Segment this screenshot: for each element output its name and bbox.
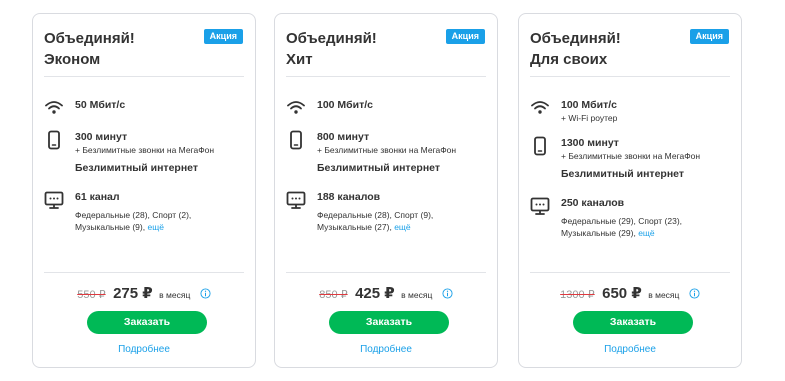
phone-icon (290, 130, 302, 150)
wifi-icon (287, 101, 305, 114)
tv-channels-value: 250 каналов (561, 197, 625, 209)
feature-minutes: 800 минут + Безлимитные звонки на МегаФо… (286, 130, 489, 175)
card-title-line2: Хит (286, 51, 313, 68)
divider (286, 76, 486, 77)
speed-value: 100 Мбит/с (561, 99, 618, 111)
feature-minutes: 1300 минут + Безлимитные звонки на МегаФ… (530, 136, 733, 181)
tv-channels-line2: Музыкальные (29), ещё (561, 227, 733, 239)
tariff-card-hit: Объединяй! Хит Акция 100 Мбит/с 800 мину… (274, 13, 498, 368)
feature-speed: 100 Мбит/с + Wi-Fi роутер (530, 98, 733, 124)
price-row: 550 ₽ 275 ₽ в месяц (33, 285, 255, 304)
tariff-card-econom: Объединяй! Эконом Акция 50 Мбит/с 300 ми… (32, 13, 256, 368)
tv-channels-line2-text: Музыкальные (29), (561, 228, 636, 238)
internet-value: Безлимитный интернет (317, 162, 441, 174)
minutes-sub: + Безлимитные звонки на МегаФон (561, 151, 701, 161)
info-icon[interactable] (442, 288, 453, 299)
tv-icon (286, 191, 306, 209)
divider (530, 76, 730, 77)
price-period: в месяц (648, 290, 680, 300)
feature-speed: 100 Мбит/с (286, 98, 489, 114)
price-period: в месяц (159, 290, 191, 300)
order-button[interactable]: Заказать (329, 311, 449, 334)
tv-channels-value: 61 канал (75, 191, 120, 203)
minutes-sub: + Безлимитные звонки на МегаФон (75, 145, 215, 155)
tariff-card-dlya-svoih: Объединяй! Для своих Акция 100 Мбит/с + … (518, 13, 742, 368)
details-link[interactable]: Подробнее (519, 344, 741, 355)
order-button[interactable]: Заказать (87, 311, 207, 334)
speed-value: 100 Мбит/с (317, 99, 374, 111)
card-title-line2: Для своих (530, 51, 608, 68)
tv-channels-line2: Музыкальные (27), ещё (317, 221, 489, 233)
old-price: 1300 ₽ (560, 289, 595, 301)
price-row: 1300 ₽ 650 ₽ в месяц (519, 285, 741, 304)
info-icon[interactable] (689, 288, 700, 299)
card-title: Объединяй! Хит (286, 28, 446, 70)
tv-channels-line2: Музыкальные (9), ещё (75, 221, 247, 233)
tv-channels-line1: Федеральные (28), Спорт (9), (317, 210, 434, 220)
feature-tv: 250 каналов Федеральные (29), Спорт (23)… (530, 196, 733, 239)
minutes-sub: + Безлимитные звонки на МегаФон (317, 145, 457, 155)
divider (44, 272, 244, 273)
info-icon[interactable] (200, 288, 211, 299)
tv-channels-value: 188 каналов (317, 191, 381, 203)
divider (286, 272, 486, 273)
tv-icon (44, 191, 64, 209)
details-link[interactable]: Подробнее (275, 344, 497, 355)
tv-channels-line2-text: Музыкальные (9), (75, 222, 146, 232)
more-channels-link[interactable]: ещё (394, 222, 410, 232)
divider (44, 76, 244, 77)
speed-sub: + Wi-Fi роутер (561, 113, 618, 123)
more-channels-link[interactable]: ещё (147, 222, 163, 232)
promo-badge: Акция (689, 29, 729, 44)
minutes-value: 1300 минут (561, 137, 619, 149)
order-button[interactable]: Заказать (573, 311, 693, 334)
minutes-value: 800 минут (317, 131, 370, 143)
card-title-line1: Объединяй! (44, 30, 135, 47)
card-title-line1: Объединяй! (286, 30, 377, 47)
tv-icon (530, 197, 550, 215)
feature-tv: 61 канал Федеральные (28), Спорт (2), Му… (44, 190, 247, 233)
minutes-value: 300 минут (75, 131, 128, 143)
tv-channels-line1: Федеральные (28), Спорт (2), (75, 210, 192, 220)
details-link[interactable]: Подробнее (33, 344, 255, 355)
feature-minutes: 300 минут + Безлимитные звонки на МегаФо… (44, 130, 247, 175)
card-title: Объединяй! Эконом (44, 28, 204, 70)
internet-value: Безлимитный интернет (561, 168, 685, 180)
promo-badge: Акция (203, 29, 243, 44)
tv-channels-line2-text: Музыкальные (27), (317, 222, 392, 232)
phone-icon (534, 136, 546, 156)
new-price: 425 ₽ (355, 285, 395, 302)
divider (530, 272, 730, 273)
internet-value: Безлимитный интернет (75, 162, 199, 174)
wifi-icon (45, 101, 63, 114)
new-price: 275 ₽ (113, 285, 153, 302)
phone-icon (48, 130, 60, 150)
feature-tv: 188 каналов Федеральные (28), Спорт (9),… (286, 190, 489, 233)
feature-speed: 50 Мбит/с (44, 98, 247, 114)
new-price: 650 ₽ (602, 285, 642, 302)
more-channels-link[interactable]: ещё (638, 228, 654, 238)
price-period: в месяц (401, 290, 433, 300)
card-title: Объединяй! Для своих (530, 28, 690, 70)
promo-badge: Акция (445, 29, 485, 44)
price-row: 850 ₽ 425 ₽ в месяц (275, 285, 497, 304)
card-title-line1: Объединяй! (530, 30, 621, 47)
old-price: 850 ₽ (319, 289, 348, 301)
speed-value: 50 Мбит/с (75, 99, 126, 111)
card-title-line2: Эконом (44, 51, 101, 68)
old-price: 550 ₽ (77, 289, 106, 301)
tv-channels-line1: Федеральные (29), Спорт (23), (561, 216, 683, 226)
wifi-icon (531, 101, 549, 114)
